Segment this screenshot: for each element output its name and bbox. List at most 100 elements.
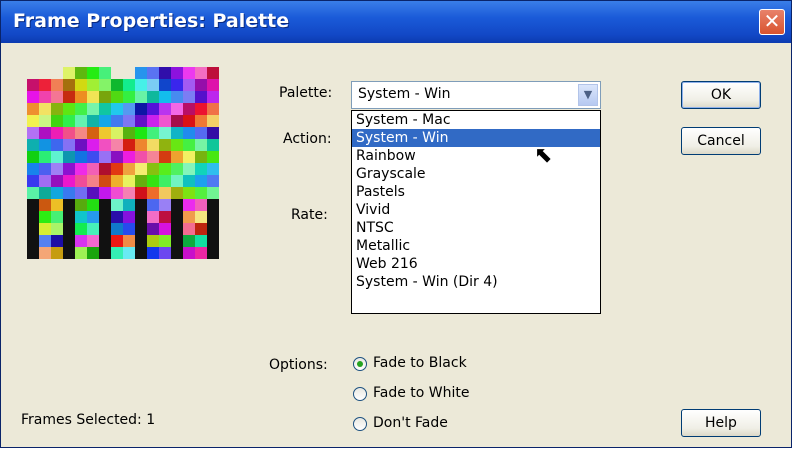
radio-circle-icon[interactable] (353, 357, 367, 371)
chevron-down-icon[interactable]: ▼ (578, 84, 598, 106)
palette-swatch (51, 247, 63, 259)
palette-option[interactable]: Vivid (352, 201, 600, 219)
palette-option[interactable]: System - Win (352, 129, 600, 147)
palette-swatch (51, 199, 63, 211)
palette-swatch (63, 163, 75, 175)
palette-swatch (111, 163, 123, 175)
palette-swatch (183, 79, 195, 91)
palette-swatch (63, 139, 75, 151)
palette-swatch (135, 247, 147, 259)
palette-option[interactable]: NTSC (352, 219, 600, 237)
palette-swatch (111, 211, 123, 223)
palette-option[interactable]: Grayscale (352, 165, 600, 183)
palette-swatch (75, 127, 87, 139)
palette-swatch (159, 103, 171, 115)
palette-swatch (183, 175, 195, 187)
option-label: Fade to White (373, 385, 470, 401)
radio-circle-icon[interactable] (353, 387, 367, 401)
palette-swatch (99, 223, 111, 235)
palette-swatch (195, 223, 207, 235)
palette-swatch (39, 103, 51, 115)
palette-swatch (27, 115, 39, 127)
palette-swatch (183, 115, 195, 127)
palette-swatch (75, 139, 87, 151)
palette-swatch (147, 127, 159, 139)
palette-swatch (195, 247, 207, 259)
palette-swatch (123, 115, 135, 127)
palette-swatch (171, 151, 183, 163)
palette-option[interactable]: Rainbow (352, 147, 600, 165)
palette-swatch (123, 103, 135, 115)
palette-swatch (171, 235, 183, 247)
palette-label: Palette: (279, 85, 333, 101)
palette-swatch (207, 115, 219, 127)
palette-swatch (27, 199, 39, 211)
palette-swatch (147, 223, 159, 235)
palette-swatch (111, 223, 123, 235)
palette-swatch (171, 187, 183, 199)
palette-swatch (27, 187, 39, 199)
palette-swatch (159, 139, 171, 151)
palette-swatch (75, 151, 87, 163)
palette-swatch (99, 151, 111, 163)
palette-option[interactable]: Pastels (352, 183, 600, 201)
palette-swatch (183, 199, 195, 211)
palette-swatch (147, 115, 159, 127)
palette-swatch (87, 175, 99, 187)
palette-swatch (75, 175, 87, 187)
palette-swatch (195, 139, 207, 151)
palette-swatch (159, 91, 171, 103)
palette-swatch (123, 247, 135, 259)
title-bar[interactable]: Frame Properties: Palette ✕ (1, 1, 791, 43)
palette-swatch (183, 67, 195, 79)
palette-swatch (159, 199, 171, 211)
palette-option[interactable]: System - Win (Dir 4) (352, 273, 600, 291)
palette-swatch (135, 91, 147, 103)
option-radio[interactable]: Don't Fade (353, 415, 553, 437)
palette-swatch (87, 79, 99, 91)
close-icon[interactable]: ✕ (759, 9, 785, 35)
palette-swatch (111, 151, 123, 163)
palette-swatch (75, 223, 87, 235)
palette-swatch (171, 127, 183, 139)
palette-swatch (63, 127, 75, 139)
palette-swatch (207, 139, 219, 151)
palette-swatch (27, 163, 39, 175)
help-button[interactable]: Help (681, 409, 761, 437)
palette-swatch (27, 79, 39, 91)
palette-option[interactable]: System - Mac (352, 111, 600, 129)
palette-swatch (147, 211, 159, 223)
palette-option[interactable]: Metallic (352, 237, 600, 255)
palette-swatch (147, 235, 159, 247)
palette-swatch (123, 175, 135, 187)
palette-swatch (195, 175, 207, 187)
palette-swatch (183, 223, 195, 235)
ok-button[interactable]: OK (681, 81, 761, 109)
action-label: Action: (283, 131, 332, 147)
palette-option[interactable]: Web 216 (352, 255, 600, 273)
option-radio[interactable]: Fade to Black (353, 355, 553, 377)
palette-swatch (27, 151, 39, 163)
cancel-button[interactable]: Cancel (681, 127, 761, 155)
palette-select[interactable]: System - Win ▼ (351, 81, 601, 109)
palette-swatch (171, 175, 183, 187)
palette-swatch (135, 139, 147, 151)
palette-swatch (99, 79, 111, 91)
radio-circle-icon[interactable] (353, 417, 367, 431)
palette-swatch (75, 91, 87, 103)
palette-swatch (63, 115, 75, 127)
palette-swatch (27, 175, 39, 187)
palette-swatch (27, 103, 39, 115)
palette-swatch (27, 211, 39, 223)
palette-swatch (147, 103, 159, 115)
palette-swatch (159, 163, 171, 175)
palette-swatch (63, 175, 75, 187)
palette-swatch (123, 235, 135, 247)
palette-swatch (63, 79, 75, 91)
palette-swatch (123, 151, 135, 163)
palette-swatch (39, 139, 51, 151)
palette-swatch (51, 115, 63, 127)
option-radio[interactable]: Fade to White (353, 385, 553, 407)
palette-swatch (195, 115, 207, 127)
palette-swatch (111, 103, 123, 115)
